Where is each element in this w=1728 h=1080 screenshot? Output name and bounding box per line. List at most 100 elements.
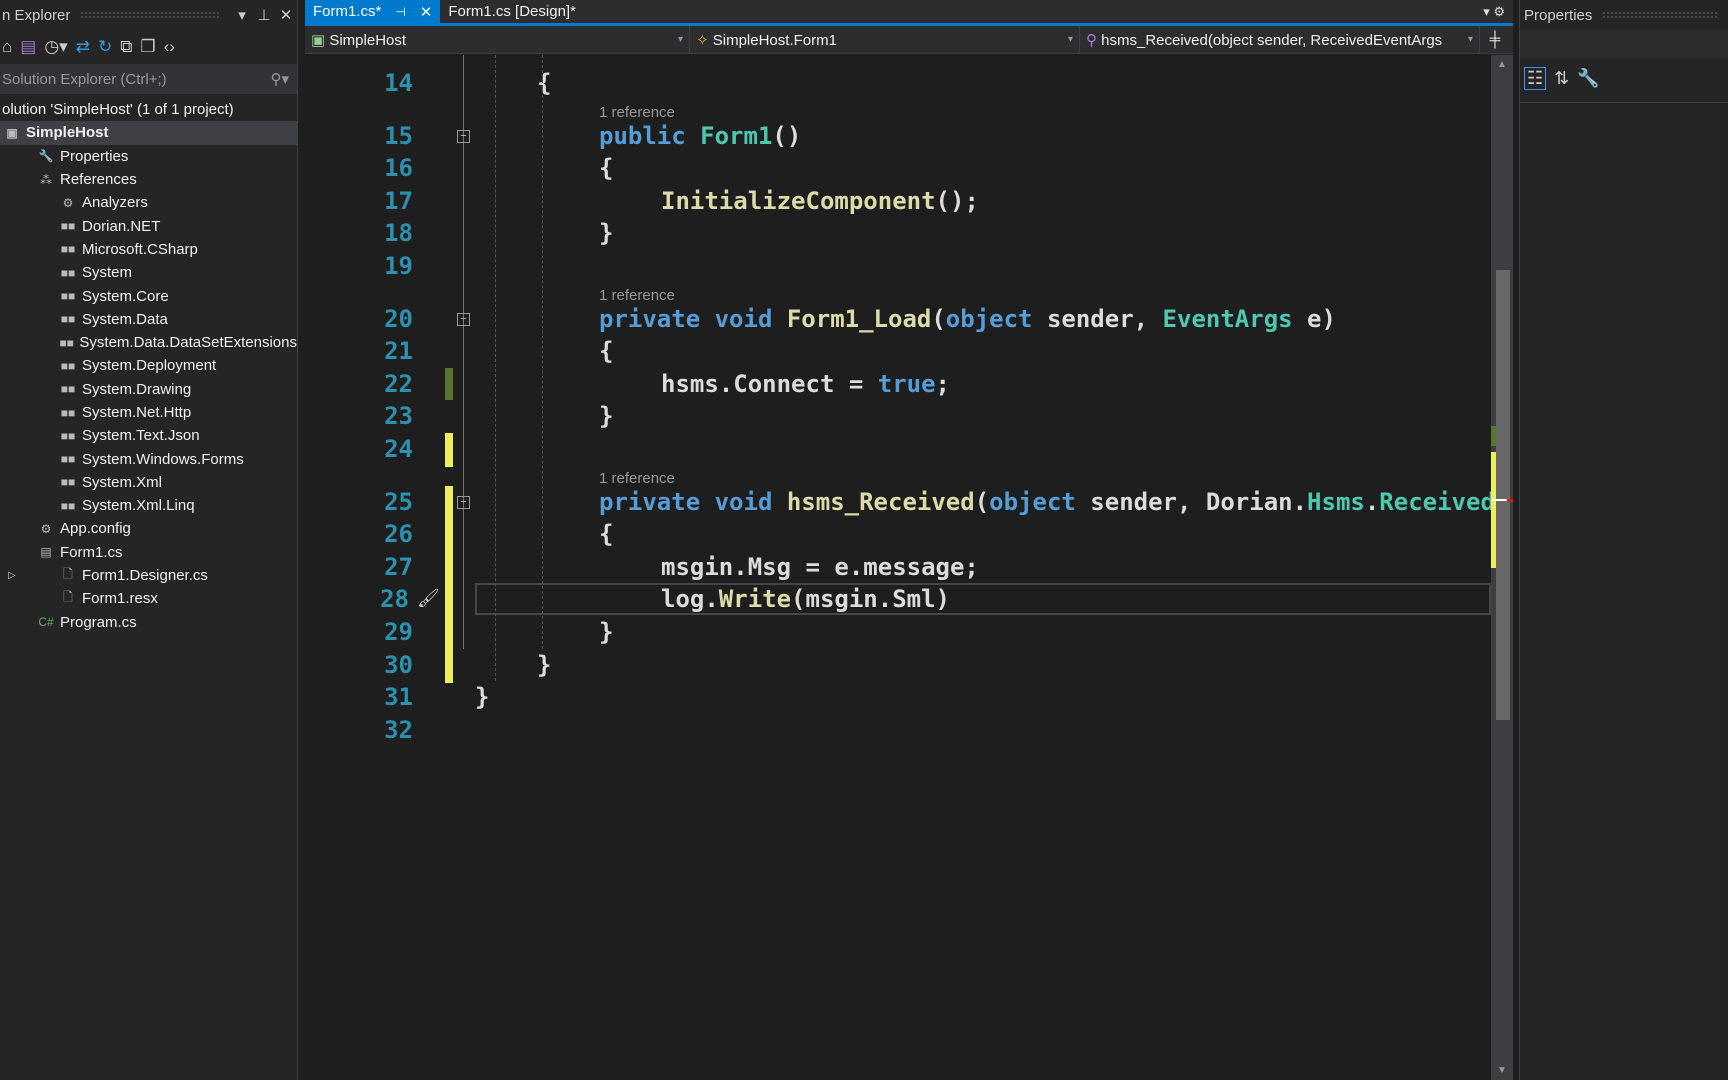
categorized-icon[interactable]: ☷ xyxy=(1524,66,1547,90)
code-token: log. xyxy=(661,585,719,614)
code-token: { xyxy=(537,69,552,97)
tree-item[interactable]: ■■ System.Windows.Forms xyxy=(0,447,297,470)
code-token: { xyxy=(599,154,614,183)
tree-item[interactable]: ■■ System.Drawing xyxy=(0,378,297,401)
pending-changes-icon[interactable]: ◷▾ xyxy=(44,37,67,57)
collapse-all-icon[interactable]: ⧉ xyxy=(120,37,132,57)
codelens-reference[interactable]: 1 reference xyxy=(599,287,675,304)
tree-item[interactable]: ■■ System.Data xyxy=(0,308,297,331)
close-icon[interactable]: ✕ xyxy=(275,6,297,24)
tree-item-label: SimpleHost xyxy=(26,124,109,142)
csharp-icon: ▣ xyxy=(311,31,330,49)
tree-item[interactable]: ■■ System.Net.Http xyxy=(0,401,297,424)
tree-item[interactable]: C# Program.cs xyxy=(0,611,297,634)
scrollbar-thumb[interactable] xyxy=(1496,270,1510,720)
tree-item-label: System.Net.Http xyxy=(82,404,192,421)
change-indicator xyxy=(445,648,453,683)
tree-item[interactable]: ■■ System.Text.Json xyxy=(0,424,297,447)
code-token: (msgin.Sml) xyxy=(791,585,950,614)
change-indicator xyxy=(445,518,453,553)
line-number: 32 xyxy=(384,715,413,744)
quick-actions-icon[interactable]: 🖌 xyxy=(417,583,440,615)
refresh-icon[interactable]: ↻ xyxy=(98,37,112,57)
line-number: 21 xyxy=(384,337,413,366)
collapse-icon[interactable]: − xyxy=(457,495,470,509)
alphabetical-icon[interactable]: ⇅ xyxy=(1554,68,1569,89)
scroll-down-icon[interactable]: ▼ xyxy=(1497,1065,1507,1076)
sync-icon[interactable]: ⇄ xyxy=(76,37,90,57)
codelens-reference[interactable]: 1 reference xyxy=(599,470,675,487)
csharp-file-icon: C# xyxy=(38,615,54,630)
tree-item[interactable]: ⚙ Analyzers xyxy=(0,191,297,214)
code-line: 🖌 28 log.Write(msgin.Sml) xyxy=(305,583,1491,618)
line-number: 28 xyxy=(380,585,409,614)
dropdown-icon[interactable]: ▾ xyxy=(231,6,253,24)
assembly-icon: ■■ xyxy=(60,475,76,490)
tree-item[interactable]: ⁂ References xyxy=(0,168,297,191)
code-token: } xyxy=(537,650,552,679)
tab-form1-design[interactable]: Form1.cs [Design]* xyxy=(440,0,584,25)
tree-item-label: Analyzers xyxy=(82,194,148,212)
properties-panel: Properties ☷ ⇅ 🔧 xyxy=(1519,0,1728,1080)
tree-item[interactable]: ▤ Form1.cs xyxy=(0,541,297,564)
tree-item[interactable]: ■■ System.Deployment xyxy=(0,354,297,377)
property-pages-icon[interactable]: 🔧 xyxy=(1577,68,1599,89)
tree-item[interactable]: ■■ System.Core xyxy=(0,284,297,307)
tree-item[interactable]: ▣ SimpleHost xyxy=(0,121,297,145)
tree-item[interactable]: 🔧 Properties xyxy=(0,145,297,168)
home-icon[interactable]: ⌂ xyxy=(2,37,12,57)
expand-icon[interactable]: ▷ xyxy=(8,570,16,581)
code-token: sender, Dorian. xyxy=(1090,487,1308,516)
show-all-files-icon[interactable]: ❐ xyxy=(140,37,155,57)
tree-item[interactable]: ■■ Dorian.NET xyxy=(0,214,297,237)
tree-item[interactable]: ■■ System xyxy=(0,261,297,284)
assembly-icon: ■■ xyxy=(60,219,76,234)
tab-overflow-icon[interactable]: ▾ ⚙ xyxy=(1483,4,1513,20)
tree-item[interactable]: ■■ System.Data.DataSetExtensions xyxy=(0,331,297,354)
line-number: 17 xyxy=(384,186,413,215)
pin-icon[interactable]: ⊥ xyxy=(253,6,275,24)
tree-item[interactable]: ■■ Microsoft.CSharp xyxy=(0,238,297,261)
code-token: () xyxy=(772,121,802,150)
collapse-icon[interactable]: − xyxy=(457,312,470,326)
assembly-icon: ■■ xyxy=(60,382,76,397)
code-area[interactable]: 14 {1 reference 15 − public Form1() 16 {17 Init… xyxy=(305,55,1491,1080)
line-number: 18 xyxy=(384,219,413,248)
pin-icon[interactable]: ⊣ xyxy=(395,5,405,19)
code-token: ; xyxy=(935,369,950,398)
tree-item[interactable]: olution 'SimpleHost' (1 of 1 project) xyxy=(0,98,297,121)
code-view-icon[interactable]: ‹› xyxy=(164,37,175,57)
line-number: 24 xyxy=(384,435,413,463)
config-icon: ⚙ xyxy=(40,521,52,536)
class-dropdown[interactable]: ✧ SimpleHost.Form1 ▾ xyxy=(690,26,1080,53)
search-icon[interactable]: ⚲▾ xyxy=(270,70,289,88)
tree-item[interactable]: ■■ System.Xml xyxy=(0,471,297,494)
code-token: (); xyxy=(935,186,979,215)
tab-form1-cs[interactable]: Form1.cs* ⊣ ✕ xyxy=(305,0,441,25)
tree-item[interactable]: ■■ System.Xml.Linq xyxy=(0,494,297,517)
vertical-scrollbar[interactable]: ▲ ▼ xyxy=(1491,55,1513,1080)
split-editor-icon[interactable]: ╪ xyxy=(1480,31,1510,48)
assembly-icon: ■■ xyxy=(60,428,76,443)
tree-item[interactable]: ⚙ App.config xyxy=(0,517,297,540)
change-indicator xyxy=(445,550,453,585)
tree-item[interactable]: 🗋 Form1.resx xyxy=(0,587,297,610)
member-dropdown[interactable]: ⚲ hsms_Received(object sender, ReceivedE… xyxy=(1080,26,1480,53)
tree-item-label: Form1.resx xyxy=(82,590,158,608)
assembly-icon: ■■ xyxy=(60,265,76,280)
form-icon: ▤ xyxy=(40,545,52,560)
line-number: 25 xyxy=(384,487,413,516)
solution-search-input[interactable]: Solution Explorer (Ctrl+;) ⚲▾ xyxy=(0,64,297,94)
codelens-reference[interactable]: 1 reference xyxy=(599,104,675,121)
code-token: } xyxy=(599,402,614,431)
code-token: { xyxy=(599,337,614,366)
vs-switch-views-icon[interactable]: ▤ xyxy=(20,37,36,57)
scroll-up-icon[interactable]: ▲ xyxy=(1497,59,1507,70)
close-icon[interactable]: ✕ xyxy=(420,3,433,21)
project-dropdown[interactable]: ▣ SimpleHost ▾ xyxy=(305,26,690,53)
tree-item[interactable]: ▷ 🗋 Form1.Designer.cs xyxy=(0,564,297,587)
code-line: 23} xyxy=(305,400,1491,432)
collapse-icon[interactable]: − xyxy=(457,129,470,143)
code-line: 18} xyxy=(305,217,1491,249)
tree-item-label: Microsoft.CSharp xyxy=(82,240,198,258)
